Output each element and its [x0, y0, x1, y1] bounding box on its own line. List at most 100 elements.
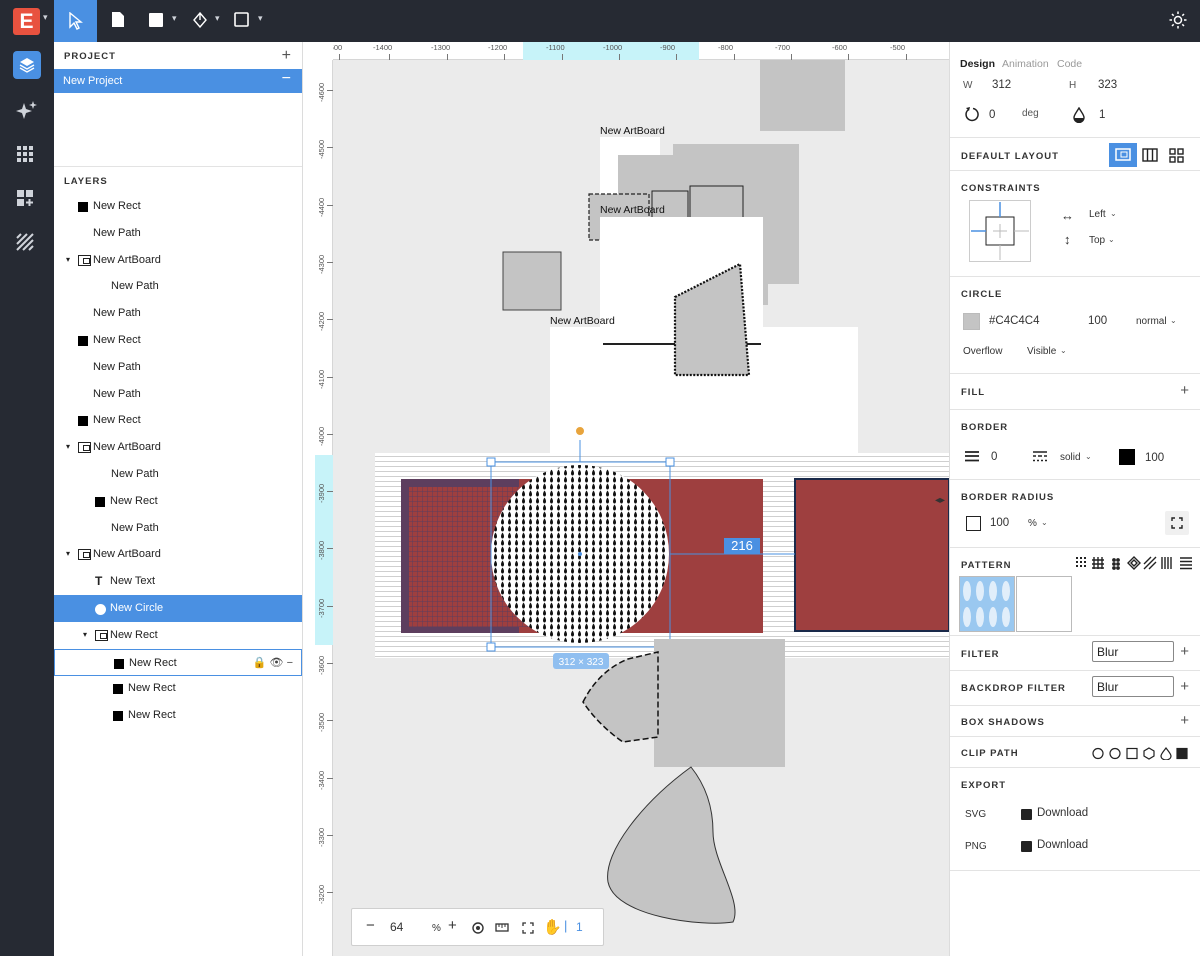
layers-button[interactable] [13, 51, 41, 79]
rotation-input[interactable]: 0 [989, 109, 995, 121]
chevron-down-icon[interactable]: ⌄ [1110, 209, 1117, 218]
layer-row[interactable]: ▾ New ArtBoard [54, 541, 302, 568]
export-download-button[interactable]: Download [1037, 807, 1088, 819]
zoom-out-button[interactable]: − [366, 917, 375, 934]
border-color-swatch[interactable] [1119, 449, 1135, 465]
blob-path[interactable] [607, 766, 736, 924]
horizontal-constraint[interactable]: Left [1089, 209, 1106, 220]
layer-row[interactable]: New Rect [54, 327, 302, 354]
pattern-options[interactable] [1076, 556, 1194, 570]
remove-icon[interactable]: − [287, 657, 293, 669]
chevron-down-icon[interactable]: ▾ [66, 549, 70, 558]
constraints-widget[interactable] [969, 200, 1031, 262]
eye-icon[interactable]: 👁 [270, 657, 284, 669]
add-filter-button[interactable]: + [1180, 643, 1189, 660]
layer-row[interactable]: New Circle [54, 595, 302, 622]
border-width-input[interactable]: 0 [991, 451, 997, 463]
zoom-value[interactable]: 64 [390, 920, 403, 934]
pattern-icon[interactable] [16, 233, 34, 251]
chevron-down-icon[interactable]: ⌄ [1108, 235, 1115, 244]
canvas[interactable]: New ArtBoard New ArtBoard New ArtBoard 2… [303, 42, 949, 956]
page-icon[interactable] [111, 11, 125, 28]
pattern-preview-selected[interactable] [959, 576, 1015, 632]
chevron-down-icon[interactable]: ▾ [66, 255, 70, 264]
grid-icon[interactable] [16, 145, 34, 163]
layer-row[interactable]: New Path [54, 220, 302, 247]
chevron-down-icon[interactable]: ▾ [83, 630, 87, 639]
overflow-select[interactable]: Visible [1027, 346, 1056, 357]
zoom-in-button[interactable]: + [448, 917, 457, 934]
chevron-down-icon[interactable]: ▾ [43, 12, 48, 23]
tab-design[interactable]: Design [960, 58, 995, 70]
layer-row[interactable]: New Rect 🔒 👁 − [54, 648, 302, 676]
ruler-horizontal[interactable]: -1500-1400-1300-1200-1100-1000-900-800-7… [323, 42, 949, 60]
border-style-select[interactable]: solid [1060, 452, 1081, 463]
circle-opacity[interactable]: 100 [1088, 315, 1107, 327]
layer-row[interactable]: New Rect [54, 675, 302, 702]
chevron-down-icon[interactable]: ▾ [172, 13, 177, 24]
clip-path-options[interactable] [1092, 747, 1192, 760]
chevron-down-icon[interactable]: ▾ [215, 13, 220, 24]
sparkles-icon[interactable] [16, 100, 38, 122]
width-input[interactable]: 312 [992, 79, 1011, 91]
collapse-right-icon[interactable]: ◂▸ [935, 495, 945, 506]
layer-row[interactable]: ▾ New ArtBoard [54, 247, 302, 274]
artboard-label[interactable]: New ArtBoard [600, 204, 665, 216]
individual-corners-button[interactable] [1165, 511, 1189, 535]
ruler-vertical[interactable]: -4600 -4500 -4400 -4300 -4200 -4100 -4000 -3900… [303, 42, 333, 956]
filter-input[interactable]: Blur [1092, 641, 1174, 662]
canvas-drawing[interactable]: New ArtBoard New ArtBoard New ArtBoard 2… [303, 42, 949, 956]
layer-row[interactable]: New Rect [54, 193, 302, 220]
gray-rect[interactable] [760, 60, 845, 131]
chevron-down-icon[interactable]: ⌄ [1041, 518, 1048, 527]
chevron-down-icon[interactable]: ▾ [258, 13, 263, 24]
layer-row[interactable]: New Path [54, 300, 302, 327]
rect-tool-icon[interactable] [149, 13, 163, 27]
layer-row[interactable]: ▾ New ArtBoard [54, 434, 302, 461]
download-icon[interactable] [1021, 809, 1032, 820]
chevron-down-icon[interactable]: ⌄ [1170, 316, 1177, 325]
layer-row[interactable]: New Rect [54, 407, 302, 434]
columns-icon[interactable] [1142, 148, 1158, 162]
layer-row[interactable]: New Rect [54, 488, 302, 515]
add-backdrop-filter-button[interactable]: + [1180, 678, 1189, 695]
ruler-icon[interactable] [495, 923, 509, 933]
chevron-down-icon[interactable]: ▾ [66, 442, 70, 451]
select-tool-button[interactable] [54, 0, 97, 42]
layout-artboard-button[interactable] [1109, 143, 1137, 167]
opacity-input[interactable]: 1 [1099, 109, 1105, 121]
app-logo[interactable]: E [13, 8, 40, 35]
artboard-label[interactable]: New ArtBoard [550, 315, 615, 327]
vertical-constraint[interactable]: Top [1089, 235, 1105, 246]
layer-row[interactable]: New Rect [54, 702, 302, 729]
layer-row[interactable]: New Path [54, 354, 302, 381]
border-opacity[interactable]: 100 [1145, 452, 1164, 464]
pen-tool-icon[interactable] [192, 12, 208, 28]
height-input[interactable]: 323 [1098, 79, 1117, 91]
gray-rect[interactable] [654, 639, 785, 767]
tab-animation[interactable]: Animation [1002, 58, 1049, 70]
layer-row[interactable]: T New Text [54, 568, 302, 595]
hand-tool-icon[interactable]: ✋ [543, 918, 562, 936]
export-download-button[interactable]: Download [1037, 839, 1088, 851]
pattern-preview-empty[interactable] [1016, 576, 1072, 632]
remove-project-icon[interactable]: − [282, 70, 291, 88]
theme-toggle-icon[interactable] [1169, 11, 1187, 29]
circle-color-swatch[interactable] [963, 313, 980, 330]
layer-row[interactable]: New Path [54, 273, 302, 300]
download-icon[interactable] [1021, 841, 1032, 852]
layer-row[interactable]: ▾ New Rect [54, 622, 302, 649]
border-radius-input[interactable]: 100 [990, 517, 1009, 529]
border-radius-unit[interactable]: % [1028, 518, 1037, 529]
rotation-handle[interactable] [574, 425, 586, 437]
grid-layout-icon[interactable] [1169, 148, 1184, 163]
lock-icon[interactable]: 🔒 [253, 657, 267, 669]
layer-actions[interactable]: 🔒 👁 − [253, 656, 293, 669]
add-project-button[interactable]: + [282, 47, 291, 65]
blend-mode-select[interactable]: normal [1136, 316, 1167, 327]
chevron-down-icon[interactable]: ⌄ [1085, 452, 1092, 461]
fit-screen-icon[interactable] [522, 922, 534, 934]
layer-row[interactable]: New Path [54, 461, 302, 488]
tab-code[interactable]: Code [1057, 58, 1082, 70]
add-component-icon[interactable] [16, 189, 34, 207]
